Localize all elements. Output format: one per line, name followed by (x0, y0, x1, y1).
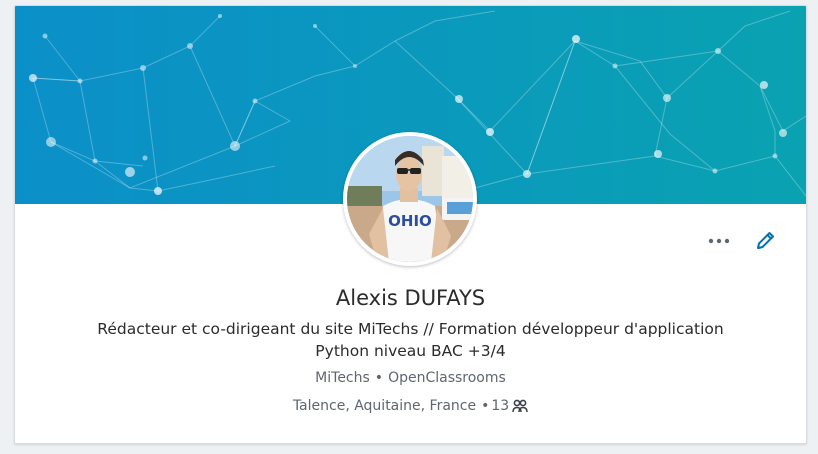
profile-headline: Rédacteur et co-dirigeant du site MiTech… (97, 320, 724, 360)
more-horizontal-icon (708, 238, 730, 244)
connections-separator: • (481, 398, 490, 414)
profile-actions (706, 228, 778, 254)
profile-organizations: MiTechs • OpenClassrooms (15, 368, 806, 388)
org-separator: • (374, 370, 384, 386)
shirt-text: OHIO (388, 212, 432, 230)
connections-count: 13 (491, 398, 510, 414)
edit-profile-button[interactable] (752, 228, 778, 254)
more-actions-button[interactable] (706, 228, 732, 254)
profile-photo[interactable]: OHIO (347, 136, 473, 262)
current-company-link[interactable]: MiTechs (315, 370, 370, 386)
profile-location-row: Talence, Aquitaine, France • 13 (15, 396, 806, 416)
people-icon (512, 399, 528, 413)
profile-location: Talence, Aquitaine, France (292, 398, 477, 414)
connections-link[interactable]: 13 (491, 396, 528, 416)
profile-card: OHIO Alexis DUFAYS Rédacteur et co-dirig… (14, 5, 807, 444)
pencil-icon (757, 232, 774, 249)
education-link[interactable]: OpenClassrooms (388, 370, 506, 386)
profile-name: Alexis DUFAYS (335, 286, 486, 310)
profile-photo-frame[interactable]: OHIO (343, 132, 477, 266)
profile-info: Alexis DUFAYS Rédacteur et co-dirigeant … (15, 284, 806, 416)
